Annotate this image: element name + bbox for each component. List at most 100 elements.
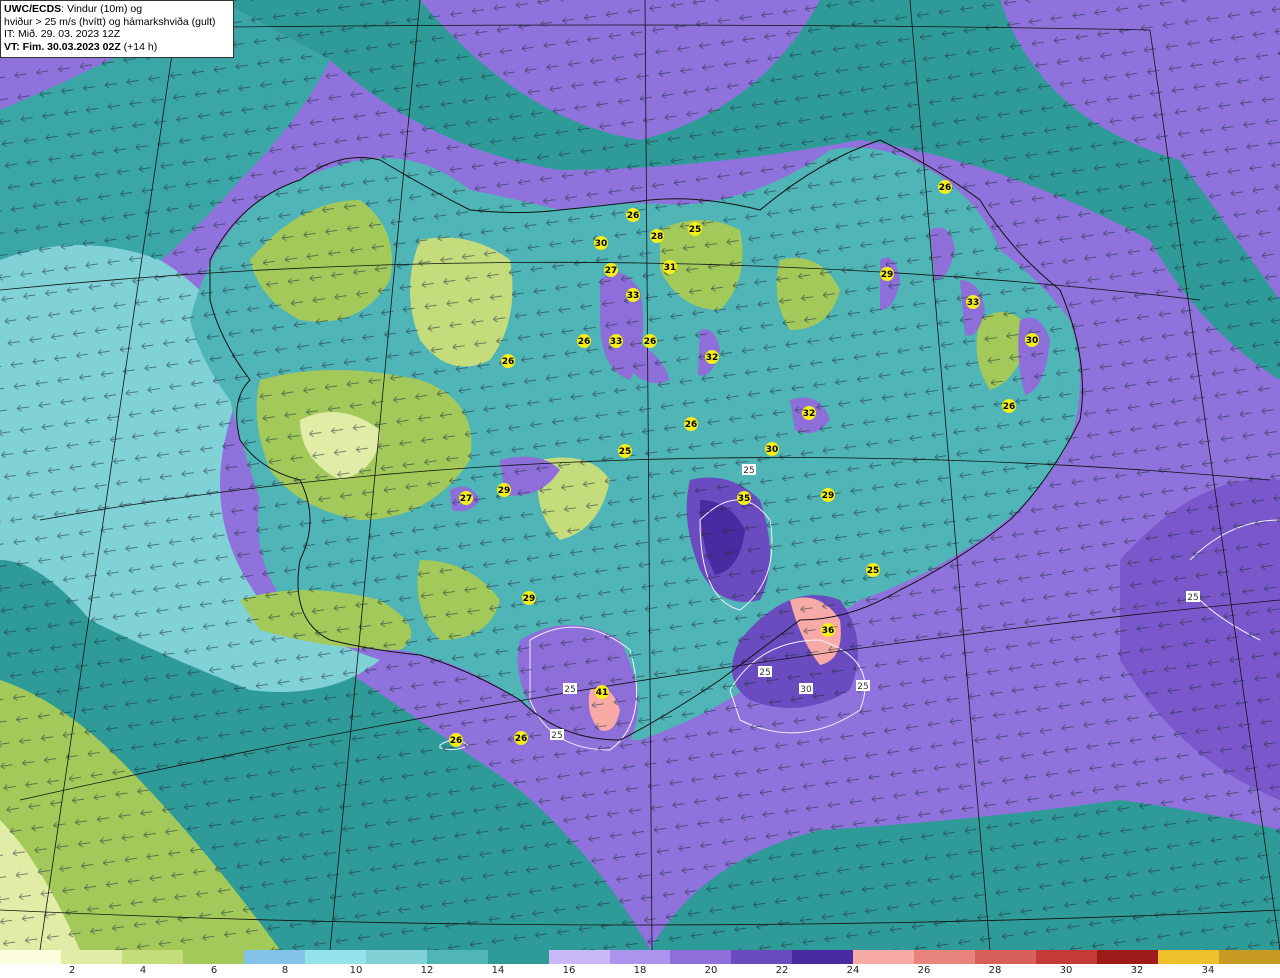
legend-tick-label: 18 [633, 965, 647, 976]
max-gust-marker: 32 [802, 406, 816, 420]
max-gust-value: 26 [578, 337, 591, 347]
gust-contour-value: 25 [564, 685, 575, 695]
gust-contour-label: 25 [550, 729, 564, 741]
legend-swatch [548, 950, 610, 964]
legend-swatch [975, 950, 1037, 964]
legend-swatch [487, 950, 549, 964]
max-gust-value: 25 [619, 447, 632, 457]
max-gust-value: 26 [939, 183, 952, 193]
legend-swatch [182, 950, 244, 964]
max-gust-value: 25 [689, 225, 702, 235]
max-gust-value: 35 [738, 494, 751, 504]
max-gust-marker: 35 [737, 491, 751, 505]
gust-contour-label: 25 [856, 680, 870, 692]
max-gust-marker: 26 [577, 334, 591, 348]
wind-map: 26 30 28 25 27 31 33 26 33 26 32 26 26 25 27 29 30 32 35 29… [0, 0, 1280, 950]
max-gust-marker: 26 [449, 733, 463, 747]
max-gust-value: 33 [610, 337, 623, 347]
legend-swatch [0, 950, 61, 964]
legend-tick-label: 32 [1130, 965, 1144, 976]
max-gust-marker: 27 [459, 491, 473, 505]
legend-tick-label: 28 [988, 965, 1002, 976]
gust-contour-value: 25 [759, 668, 770, 678]
gust-contour-label: 25 [742, 464, 756, 476]
max-gust-marker: 25 [866, 563, 880, 577]
max-gust-value: 28 [651, 232, 664, 242]
legend-tick-label: 14 [491, 965, 505, 976]
gust-contour-value: 25 [857, 682, 868, 692]
legend-swatch [60, 950, 122, 964]
legend-swatch [609, 950, 671, 964]
max-gust-marker: 36 [821, 623, 835, 637]
legend-swatches [0, 950, 1280, 964]
gust-contour-label: 25 [563, 683, 577, 695]
init-time: IT: Mið. 29. 03. 2023 12Z [4, 28, 121, 40]
legend-swatch [792, 950, 854, 964]
legend-tick-label: 26 [917, 965, 931, 976]
legend-tick-label: 6 [210, 965, 218, 976]
max-gust-value: 26 [685, 420, 698, 430]
color-legend: 2 4 6 8 10 12 14 16 18 20 22 24 26 28 30 32 34 [0, 950, 1280, 978]
gust-contour-value: 30 [800, 685, 812, 695]
legend-tick-label: 12 [420, 965, 434, 976]
legend-swatch [243, 950, 305, 964]
max-gust-value: 29 [523, 594, 536, 604]
gust-contour-value: 25 [551, 731, 562, 741]
max-gust-marker: 32 [705, 350, 719, 364]
max-gust-value: 41 [596, 688, 609, 698]
gust-contour-value: 25 [1187, 593, 1198, 603]
legend-swatch [304, 950, 366, 964]
legend-swatch [731, 950, 793, 964]
legend-tick-label: 4 [139, 965, 147, 976]
legend-tick-label: 16 [562, 965, 576, 976]
max-gust-value: 32 [706, 353, 719, 363]
gust-contour-label: 25 [758, 666, 772, 678]
gust-contour-value: 25 [743, 466, 754, 476]
legend-swatch [670, 950, 732, 964]
legend-swatch [1097, 950, 1159, 964]
max-gust-marker: 30 [765, 442, 779, 456]
max-gust-marker: 30 [594, 236, 608, 250]
max-gust-marker: 26 [1002, 399, 1016, 413]
legend-swatch [914, 950, 976, 964]
max-gust-value: 33 [627, 291, 640, 301]
max-gust-marker: 31 [663, 260, 677, 274]
max-gust-marker: 30 [1025, 333, 1039, 347]
legend-swatch [121, 950, 183, 964]
gust-contour-label: 25 [1186, 591, 1200, 603]
legend-swatch [1158, 950, 1220, 964]
legend-swatch [1219, 950, 1280, 964]
max-gust-marker: 25 [618, 444, 632, 458]
max-gust-marker: 29 [821, 488, 835, 502]
legend-tick-label: 24 [846, 965, 860, 976]
title-line1: : Vindur (10m) og [61, 3, 143, 15]
legend-tick-label: 20 [704, 965, 718, 976]
max-gust-value: 36 [822, 626, 835, 636]
max-gust-value: 30 [1026, 336, 1039, 346]
max-gust-marker: 25 [688, 222, 702, 236]
legend-swatch [426, 950, 488, 964]
legend-ticks: 2 4 6 8 10 12 14 16 18 20 22 24 26 28 30 32 34 [0, 964, 1280, 978]
max-gust-marker: 33 [966, 295, 980, 309]
max-gust-marker: 26 [626, 208, 640, 222]
max-gust-value: 27 [460, 494, 473, 504]
legend-tick-label: 30 [1059, 965, 1073, 976]
legend-swatch [365, 950, 427, 964]
max-gust-marker: 26 [643, 334, 657, 348]
max-gust-marker: 26 [501, 354, 515, 368]
max-gust-value: 26 [627, 211, 640, 221]
max-gust-value: 25 [867, 566, 880, 576]
max-gust-value: 26 [502, 357, 515, 367]
max-gust-marker: 33 [626, 288, 640, 302]
max-gust-marker: 26 [684, 417, 698, 431]
max-gust-value: 29 [498, 486, 511, 496]
max-gust-marker: 41 [595, 685, 609, 699]
max-gust-value: 26 [644, 337, 657, 347]
forecast-offset: (+14 h) [120, 40, 158, 53]
max-gust-marker: 26 [938, 180, 952, 194]
max-gust-marker: 27 [604, 263, 618, 277]
legend-swatch [1036, 950, 1098, 964]
max-gust-value: 33 [967, 298, 980, 308]
max-gust-value: 29 [822, 491, 835, 501]
legend-tick-label: 2 [68, 965, 76, 976]
